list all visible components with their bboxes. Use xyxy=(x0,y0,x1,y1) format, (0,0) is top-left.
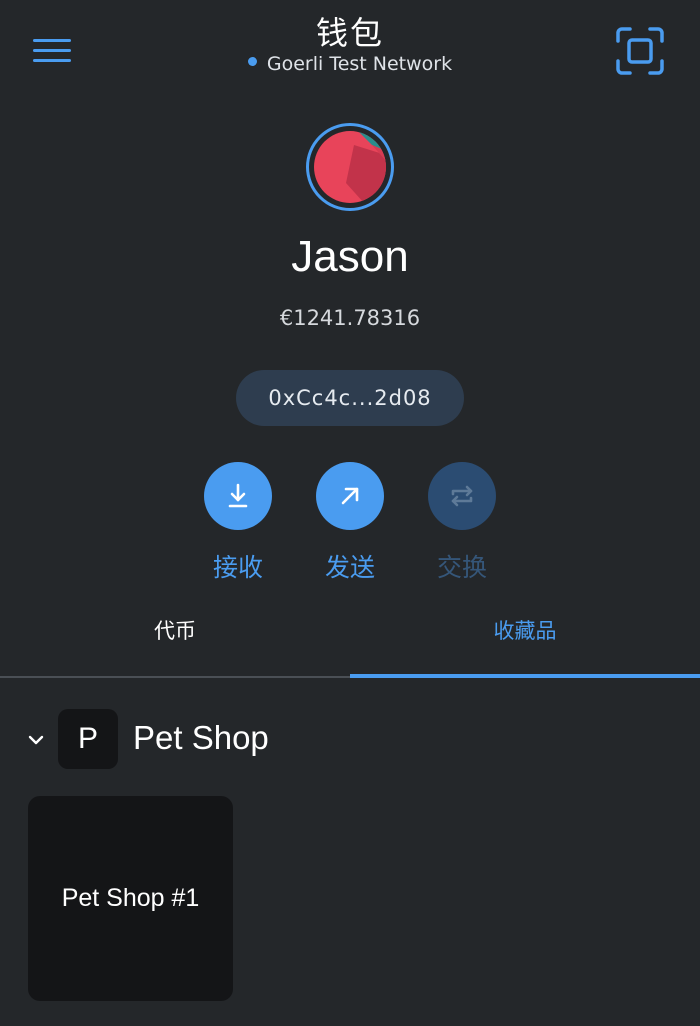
network-name: Goerli Test Network xyxy=(266,53,453,75)
qr-scan-icon[interactable] xyxy=(616,27,664,75)
collection-icon: P xyxy=(58,709,118,769)
account-avatar[interactable] xyxy=(306,123,394,211)
receive-download-icon xyxy=(228,483,248,508)
receive-button[interactable] xyxy=(204,462,272,530)
swap-button[interactable] xyxy=(428,462,496,530)
account-name: Jason xyxy=(291,232,409,281)
swap-action: 交换 xyxy=(428,462,496,582)
asset-tabs: 代币 收藏品 xyxy=(0,595,700,679)
swap-label[interactable]: 交换 xyxy=(408,548,516,584)
nft-card-label: Pet Shop #1 xyxy=(61,884,200,912)
active-tab-indicator xyxy=(350,674,700,678)
chevron-down-icon[interactable] xyxy=(25,729,47,751)
nft-card[interactable]: Pet Shop #1 xyxy=(28,796,233,1001)
avatar-identicon xyxy=(314,131,386,203)
receive-label[interactable]: 接收 xyxy=(184,548,292,584)
tab-tokens[interactable]: 代币 xyxy=(0,595,350,677)
network-indicator[interactable]: Goerli Test Network xyxy=(0,53,700,75)
send-arrow-icon xyxy=(341,487,359,505)
account-balance: €1241.78316 xyxy=(279,306,421,330)
tab-collectibles[interactable]: 收藏品 xyxy=(350,595,700,677)
send-label[interactable]: 发送 xyxy=(296,548,404,584)
send-action: 发送 xyxy=(316,462,384,582)
collection-header-pet-shop[interactable]: P Pet Shop xyxy=(0,705,700,775)
receive-action: 接收 xyxy=(204,462,272,582)
swap-icon xyxy=(451,485,473,507)
account-address-pill[interactable]: 0xCc4c...2d08 xyxy=(236,370,464,426)
collection-name: Pet Shop xyxy=(133,719,269,756)
page-title: 钱包 xyxy=(315,14,384,52)
network-status-dot xyxy=(247,57,257,66)
send-button[interactable] xyxy=(316,462,384,530)
app-header: 钱包 Goerli Test Network xyxy=(0,0,700,100)
